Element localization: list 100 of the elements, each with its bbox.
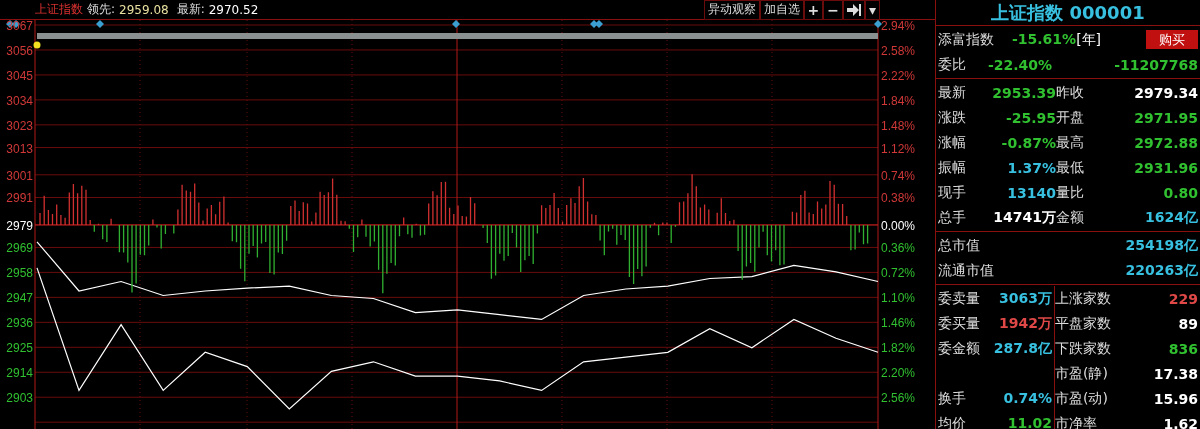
axis-label: 1.46% <box>881 316 916 331</box>
field-label: 委金额 <box>938 339 981 358</box>
field-value: 0.74% <box>990 386 1055 411</box>
field-value: 1624亿 <box>1144 208 1198 227</box>
field-value: 1.62 <box>1162 415 1198 429</box>
axis-label: 2936 <box>6 316 33 331</box>
chart-title: 上证指数 <box>35 1 83 18</box>
axis-label: 1.84% <box>881 93 916 108</box>
field-label: 市盈(静) <box>1055 364 1109 383</box>
field-label: 最新 <box>938 83 967 102</box>
field-value: 287.8亿 <box>990 336 1055 361</box>
axis-label: 3001 <box>6 168 33 183</box>
field-value: 254198亿 <box>1125 236 1198 255</box>
axis-label: 2.22% <box>881 68 916 83</box>
axis-label: 2969 <box>6 241 33 256</box>
axis-label: 2903 <box>6 391 33 406</box>
field-value: 14741万 <box>992 208 1056 227</box>
field-value: 836 <box>1167 340 1198 357</box>
axis-label: 2.94% <box>881 20 916 33</box>
axis-label: 2.20% <box>881 366 916 381</box>
axis-label: 0.00% <box>881 218 916 233</box>
field-label: 委卖量 <box>938 289 981 308</box>
axis-label: 0.74% <box>881 168 916 183</box>
field-value: 11.02 <box>990 411 1055 429</box>
axis-label: 2914 <box>6 366 33 381</box>
axis-label: 3034 <box>6 93 33 108</box>
ratio-label: 委比 <box>938 55 966 74</box>
field-value: 2953.39 <box>991 84 1056 101</box>
field-label: 量比 <box>1056 183 1085 202</box>
field-label: 振幅 <box>938 158 967 177</box>
buy-button[interactable]: 购买 <box>1146 30 1198 49</box>
axis-label: 1.82% <box>881 341 916 356</box>
field-value: 1942万 <box>990 311 1055 336</box>
axis-label: 2991 <box>6 191 33 206</box>
field-label: 总手 <box>938 208 967 227</box>
field-label: 均价 <box>938 414 967 429</box>
axis-label: 3013 <box>6 141 33 156</box>
field-value: 229 <box>1167 290 1198 307</box>
field-value: 2979.34 <box>1133 84 1198 101</box>
jump-end-button[interactable] <box>842 0 865 20</box>
field-label: 昨收 <box>1056 83 1085 102</box>
toolbar-button[interactable]: 异动观察 <box>703 0 760 20</box>
period-label: [年] <box>1076 30 1102 49</box>
latest-label: 最新: <box>176 1 205 18</box>
field-label: 开盘 <box>1056 108 1085 127</box>
stock-title: 上证指数 000001 <box>990 1 1146 25</box>
lead-label: 领先: <box>87 1 116 18</box>
field-value: 1.37% <box>1006 159 1056 176</box>
field-label: 流通市值 <box>938 261 994 280</box>
field-value: 89 <box>1177 315 1198 332</box>
field-label: 平盘家数 <box>1055 314 1112 333</box>
field-label: 最高 <box>1056 133 1085 152</box>
field-label: 上涨家数 <box>1055 289 1112 308</box>
axis-label: 0.36% <box>881 241 916 256</box>
axis-label: 3067 <box>6 20 33 33</box>
toolbar-button[interactable]: − <box>823 0 843 20</box>
field-label: 总市值 <box>938 236 980 255</box>
toolbar-button[interactable]: 加自选 <box>759 0 804 20</box>
axis-label: 1.10% <box>881 291 916 306</box>
field-label: 下跌家数 <box>1055 339 1112 358</box>
field-value: 2971.95 <box>1133 109 1198 126</box>
field-label: 市净率 <box>1055 414 1098 429</box>
field-value: 3063万 <box>990 286 1055 311</box>
axis-label: 3045 <box>6 68 33 83</box>
axis-label: 0.38% <box>881 191 916 206</box>
axis-label: 1.48% <box>881 118 916 133</box>
lead-value: 2959.08 <box>119 2 169 17</box>
field-label: 现手 <box>938 183 967 202</box>
axis-label: 2925 <box>6 341 33 356</box>
field-value: 220263亿 <box>1125 261 1198 280</box>
field-value: 13140 <box>1006 184 1056 201</box>
field-label: 金额 <box>1056 208 1085 227</box>
axis-label: 2.56% <box>881 391 916 406</box>
axis-label: 2947 <box>6 291 33 306</box>
field-value: 2972.88 <box>1133 134 1198 151</box>
ratio-diff: -11207768 <box>1114 56 1198 73</box>
latest-value: 2970.52 <box>208 2 259 17</box>
fund-return: -15.61% <box>1012 30 1077 49</box>
field-label: 市盈(动) <box>1055 389 1109 408</box>
ratio-value: -22.40% <box>988 56 1053 73</box>
axis-label: 0.72% <box>881 266 916 281</box>
field-value: 15.96 <box>1152 390 1198 407</box>
axis-label: 3056 <box>6 43 33 58</box>
toolbar-button[interactable]: + <box>803 0 824 20</box>
fund-label: 添富指数 <box>938 30 994 49</box>
field-label: 涨幅 <box>938 133 967 152</box>
field-label: 涨跌 <box>938 108 967 127</box>
axis-label: 2979 <box>6 218 33 233</box>
axis-label: 2958 <box>6 266 33 281</box>
axis-label: 2.58% <box>881 43 916 58</box>
field-value: -25.95 <box>1004 109 1056 126</box>
field-value: 17.38 <box>1152 365 1198 382</box>
field-value: -0.87% <box>1000 134 1056 151</box>
field-value: 0.80 <box>1162 184 1198 201</box>
axis-label: 3023 <box>6 118 33 133</box>
axis-label: 1.12% <box>881 141 916 156</box>
field-label: 换手 <box>938 389 967 408</box>
field-value: 2931.96 <box>1133 159 1198 176</box>
field-label: 最低 <box>1056 158 1085 177</box>
jump-end-icon <box>846 3 861 16</box>
